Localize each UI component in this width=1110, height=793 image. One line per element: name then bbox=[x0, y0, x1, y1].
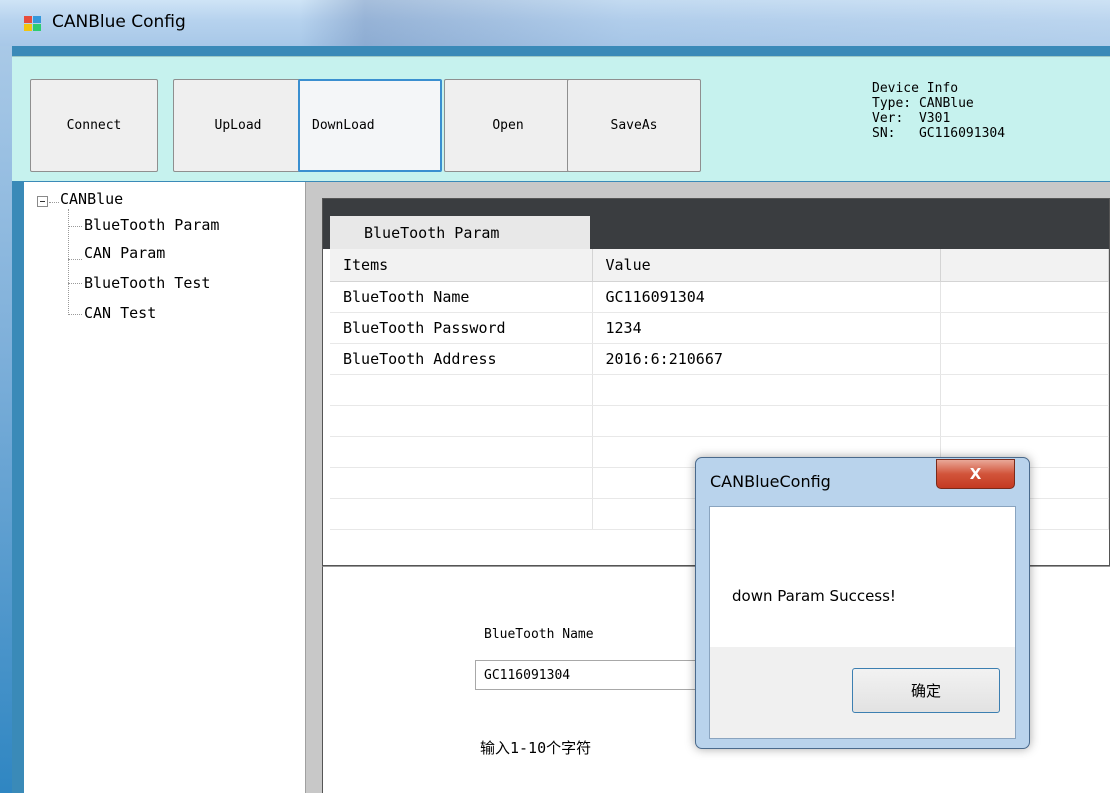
input-hint: 输入1-10个字符 bbox=[480, 739, 592, 757]
cell-item[interactable]: BlueTooth Password bbox=[330, 312, 593, 344]
tree-connector bbox=[49, 202, 59, 203]
tree-connector bbox=[68, 209, 69, 315]
tree-node-canblue[interactable]: CANBlue bbox=[60, 190, 123, 208]
dialog-message: down Param Success! bbox=[732, 587, 896, 605]
toolbar: Connect UpLoad DownLoad Open SaveAs Devi… bbox=[12, 56, 1110, 181]
cell-item[interactable] bbox=[330, 498, 593, 530]
cell-extra[interactable] bbox=[940, 312, 1109, 344]
table-row[interactable] bbox=[330, 374, 1109, 406]
device-info: Device Info Type: CANBlue Ver: V301 SN: GC1… bbox=[872, 81, 1005, 141]
upload-button[interactable]: UpLoad bbox=[173, 79, 303, 172]
tree-connector bbox=[68, 283, 82, 284]
cell-value[interactable] bbox=[592, 374, 941, 406]
cell-item[interactable] bbox=[330, 405, 593, 437]
bluetooth-name-label: BlueTooth Name bbox=[484, 627, 594, 642]
table-row[interactable] bbox=[330, 405, 1109, 437]
cell-item[interactable] bbox=[330, 467, 593, 499]
cell-value[interactable]: GC116091304 bbox=[592, 281, 941, 313]
tree-node-can-param[interactable]: CAN Param bbox=[84, 244, 165, 262]
bluetooth-name-input[interactable] bbox=[475, 660, 705, 690]
column-header-value[interactable]: Value bbox=[592, 249, 941, 282]
title-bar-glass bbox=[300, 0, 1110, 46]
cell-extra[interactable] bbox=[940, 343, 1109, 375]
tree-node-bluetooth-param[interactable]: BlueTooth Param bbox=[84, 216, 219, 234]
column-header-extra[interactable] bbox=[940, 249, 1109, 282]
collapse-icon[interactable] bbox=[37, 196, 48, 207]
cell-item[interactable] bbox=[330, 436, 593, 468]
cell-value[interactable]: 2016:6:210667 bbox=[592, 343, 941, 375]
window-title: CANBlue Config bbox=[52, 12, 186, 32]
cell-value[interactable]: 1234 bbox=[592, 312, 941, 344]
connect-button[interactable]: Connect bbox=[30, 79, 158, 172]
table-row[interactable]: BlueTooth Address 2016:6:210667 bbox=[330, 343, 1109, 375]
ok-button[interactable]: 确定 bbox=[852, 668, 1000, 713]
cell-item[interactable]: BlueTooth Address bbox=[330, 343, 593, 375]
dialog-title: CANBlueConfig bbox=[710, 472, 831, 491]
table-header-row: Items Value bbox=[330, 249, 1109, 282]
window-frame-left bbox=[0, 46, 12, 793]
cell-item[interactable] bbox=[330, 374, 593, 406]
message-dialog: CANBlueConfig X down Param Success! 确定 bbox=[695, 457, 1030, 749]
cell-extra[interactable] bbox=[940, 374, 1109, 406]
cell-item[interactable]: BlueTooth Name bbox=[330, 281, 593, 313]
tree-connector bbox=[68, 259, 82, 260]
column-header-items[interactable]: Items bbox=[330, 249, 593, 282]
download-button[interactable]: DownLoad bbox=[298, 79, 442, 172]
cell-extra[interactable] bbox=[940, 405, 1109, 437]
grid-title: BlueTooth Param bbox=[330, 216, 590, 249]
device-info-version: Ver: V301 bbox=[872, 111, 951, 126]
tree-node-can-test[interactable]: CAN Test bbox=[84, 304, 156, 322]
table-row[interactable]: BlueTooth Password 1234 bbox=[330, 312, 1109, 344]
device-info-serial: SN: GC116091304 bbox=[872, 126, 1006, 141]
tree-connector bbox=[68, 314, 82, 315]
device-info-heading: Device Info bbox=[872, 81, 959, 96]
cell-extra[interactable] bbox=[940, 281, 1109, 313]
tree-connector bbox=[68, 226, 82, 227]
cell-value[interactable] bbox=[592, 405, 941, 437]
tree-node-bluetooth-test[interactable]: BlueTooth Test bbox=[84, 274, 210, 292]
device-info-type: Type: CANBlue bbox=[872, 96, 974, 111]
tree-panel: CANBlue BlueTooth Param CAN Param BlueTo… bbox=[24, 182, 306, 793]
dialog-footer: 确定 bbox=[710, 647, 1015, 738]
title-bar[interactable]: CANBlue Config bbox=[0, 0, 1110, 46]
table-row[interactable]: BlueTooth Name GC116091304 bbox=[330, 281, 1109, 313]
grid-header-bar: BlueTooth Param bbox=[323, 199, 1109, 249]
dialog-body: down Param Success! 确定 bbox=[709, 506, 1016, 739]
open-button[interactable]: Open bbox=[444, 79, 572, 172]
close-icon[interactable]: X bbox=[936, 459, 1015, 489]
app-icon bbox=[24, 16, 42, 32]
saveas-button[interactable]: SaveAs bbox=[567, 79, 701, 172]
